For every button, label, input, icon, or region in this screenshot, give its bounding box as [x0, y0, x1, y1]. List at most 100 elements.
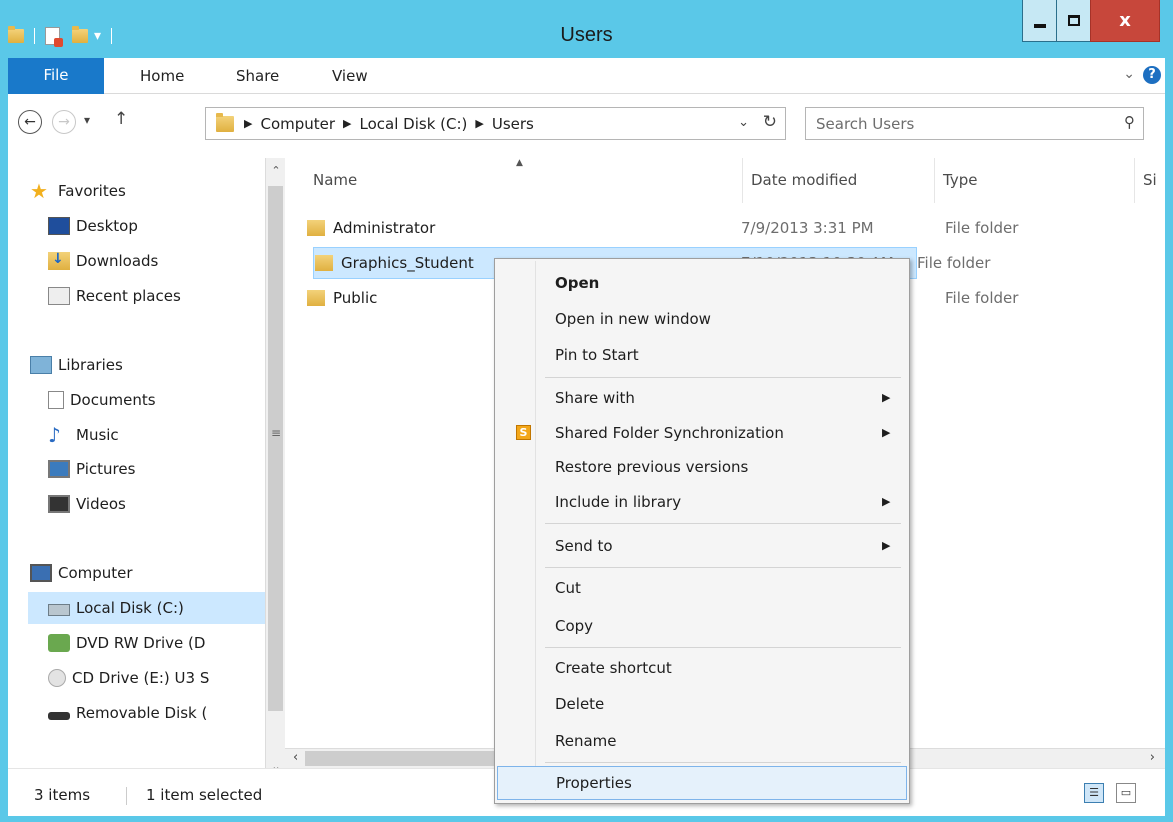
file-name-cell: Administrator [305, 219, 435, 237]
tab-file[interactable]: File [8, 58, 104, 94]
minimize-icon [1033, 23, 1046, 28]
breadcrumb-separator-icon[interactable]: ▶ [475, 117, 483, 130]
back-button[interactable]: ← [18, 110, 42, 134]
menu-item-create-shortcut[interactable]: Create shortcut [497, 652, 907, 686]
nav-computer[interactable]: Computer [30, 557, 133, 589]
column-header-name[interactable]: Name [305, 158, 743, 203]
nav-item-documents[interactable]: Documents [48, 384, 156, 416]
refresh-icon[interactable]: ↻ [763, 112, 777, 132]
column-header-date-modified[interactable]: Date modified [743, 158, 935, 203]
nav-label: Local Disk (C:) [76, 599, 184, 617]
menu-item-label: Include in library [555, 493, 682, 511]
column-header-size[interactable]: Si [1135, 158, 1165, 203]
large-icons-view-icon[interactable]: ▭ [1116, 783, 1136, 803]
breadcrumb-local-disk[interactable]: Local Disk (C:) [360, 115, 468, 133]
navigation-pane-scrollbar[interactable]: ⌃ ≡ ⌄ [265, 158, 285, 785]
menu-item-pin-to-start[interactable]: Pin to Start [497, 339, 907, 373]
address-history-dropdown-icon[interactable]: ⌄ [738, 115, 749, 130]
navigation-bar: ← → ▾ ↑ ▶ Computer ▶ Local Disk (C:) ▶ U… [8, 94, 1165, 158]
breadcrumb-computer[interactable]: Computer [260, 115, 335, 133]
scrollbar-grip-icon: ≡ [271, 426, 282, 440]
menu-item-send-to[interactable]: Send to ▶ [497, 530, 907, 564]
navigation-pane: ★ Favorites Desktop Downloads Recent pla… [8, 158, 285, 785]
nav-item-pictures[interactable]: Pictures [48, 453, 135, 485]
up-button[interactable]: ↑ [114, 109, 128, 129]
scrollbar-thumb[interactable] [268, 186, 283, 711]
menu-item-delete[interactable]: Delete [497, 688, 907, 722]
close-button[interactable]: x [1090, 0, 1160, 42]
breadcrumb-users[interactable]: Users [492, 115, 534, 133]
search-icon[interactable]: ⚲ [1124, 113, 1135, 131]
menu-item-copy[interactable]: Copy [497, 610, 907, 644]
menu-item-include-in-library[interactable]: Include in library ▶ [497, 486, 907, 520]
menu-item-label: Cut [555, 579, 581, 597]
menu-separator [545, 523, 901, 524]
file-row[interactable]: Administrator 7/9/2013 3:31 PM File fold… [305, 212, 1155, 244]
scroll-left-icon[interactable]: ‹ [293, 750, 298, 765]
nav-label: Libraries [58, 356, 123, 374]
address-bar[interactable]: ▶ Computer ▶ Local Disk (C:) ▶ Users ⌄ ↻ [205, 107, 786, 140]
search-box[interactable]: ⚲ [805, 107, 1144, 140]
menu-item-restore-previous-versions[interactable]: Restore previous versions [497, 451, 907, 485]
nav-favorites[interactable]: ★ Favorites [30, 175, 126, 207]
pictures-icon [48, 460, 70, 478]
menu-item-label: Share with [555, 389, 635, 407]
maximize-button[interactable] [1056, 0, 1090, 42]
nav-item-dvd-drive[interactable]: DVD RW Drive (D [48, 627, 205, 659]
submenu-arrow-icon: ▶ [882, 539, 891, 552]
context-menu: Open Open in new window Pin to Start Sha… [494, 258, 910, 804]
menu-item-properties[interactable]: Properties [497, 766, 907, 800]
nav-libraries[interactable]: Libraries [30, 349, 123, 381]
menu-separator [545, 567, 901, 568]
menu-item-share-with[interactable]: Share with ▶ [497, 382, 907, 416]
help-icon[interactable]: ? [1143, 66, 1161, 84]
cd-drive-icon [48, 669, 66, 687]
breadcrumb-separator-icon[interactable]: ▶ [343, 117, 351, 130]
scroll-up-icon[interactable]: ⌃ [266, 164, 285, 177]
video-film-icon [48, 495, 70, 513]
folder-icon [315, 255, 333, 271]
menu-item-rename[interactable]: Rename [497, 725, 907, 759]
nav-item-removable-disk[interactable]: Removable Disk ( [48, 697, 207, 729]
menu-item-label: Rename [555, 732, 617, 750]
nav-label: Recent places [76, 287, 181, 305]
title-bar[interactable]: ▾ Users x [0, 0, 1173, 58]
tab-share[interactable]: Share [236, 58, 279, 94]
minimize-button[interactable] [1022, 0, 1056, 42]
menu-item-label: Shared Folder Synchronization [555, 424, 784, 442]
recent-locations-dropdown-icon[interactable]: ▾ [84, 113, 90, 127]
menu-separator [545, 647, 901, 648]
menu-item-open[interactable]: Open [497, 267, 907, 301]
menu-item-label: Send to [555, 537, 613, 555]
search-input[interactable] [816, 112, 1076, 135]
status-divider [126, 787, 127, 805]
nav-item-desktop[interactable]: Desktop [48, 210, 138, 242]
breadcrumb-separator-icon[interactable]: ▶ [244, 117, 252, 130]
file-row-type-cell[interactable]: File folder [917, 247, 1155, 279]
hard-disk-icon [48, 604, 70, 616]
forward-button[interactable]: → [52, 110, 76, 134]
submenu-arrow-icon: ▶ [882, 426, 891, 439]
nav-item-cd-drive[interactable]: CD Drive (E:) U3 S [48, 662, 209, 694]
nav-item-music[interactable]: ♪ Music [48, 419, 119, 451]
menu-item-cut[interactable]: Cut [497, 572, 907, 606]
tab-home[interactable]: Home [140, 58, 184, 94]
file-name: Graphics_Student [341, 254, 474, 272]
explorer-window: ▾ Users x File Home Share View ⌄ ? ← → ▾… [0, 0, 1173, 822]
nav-item-videos[interactable]: Videos [48, 488, 126, 520]
menu-separator [545, 762, 901, 763]
nav-item-local-disk[interactable]: Local Disk (C:) [28, 592, 265, 624]
scroll-right-icon[interactable]: › [1150, 750, 1155, 765]
details-view-icon[interactable]: ☰ [1084, 783, 1104, 803]
menu-item-label: Properties [556, 774, 632, 792]
menu-item-shared-folder-synchronization[interactable]: S Shared Folder Synchronization ▶ [497, 417, 907, 451]
expand-ribbon-icon[interactable]: ⌄ [1123, 66, 1135, 82]
nav-item-downloads[interactable]: Downloads [48, 245, 158, 277]
column-header-type[interactable]: Type [935, 158, 1135, 203]
menu-item-label: Restore previous versions [555, 458, 749, 476]
tab-view[interactable]: View [332, 58, 368, 94]
nav-item-recent-places[interactable]: Recent places [48, 280, 181, 312]
menu-item-open-in-new-window[interactable]: Open in new window [497, 303, 907, 337]
item-count: 3 items [34, 786, 91, 804]
computer-icon [30, 564, 52, 582]
